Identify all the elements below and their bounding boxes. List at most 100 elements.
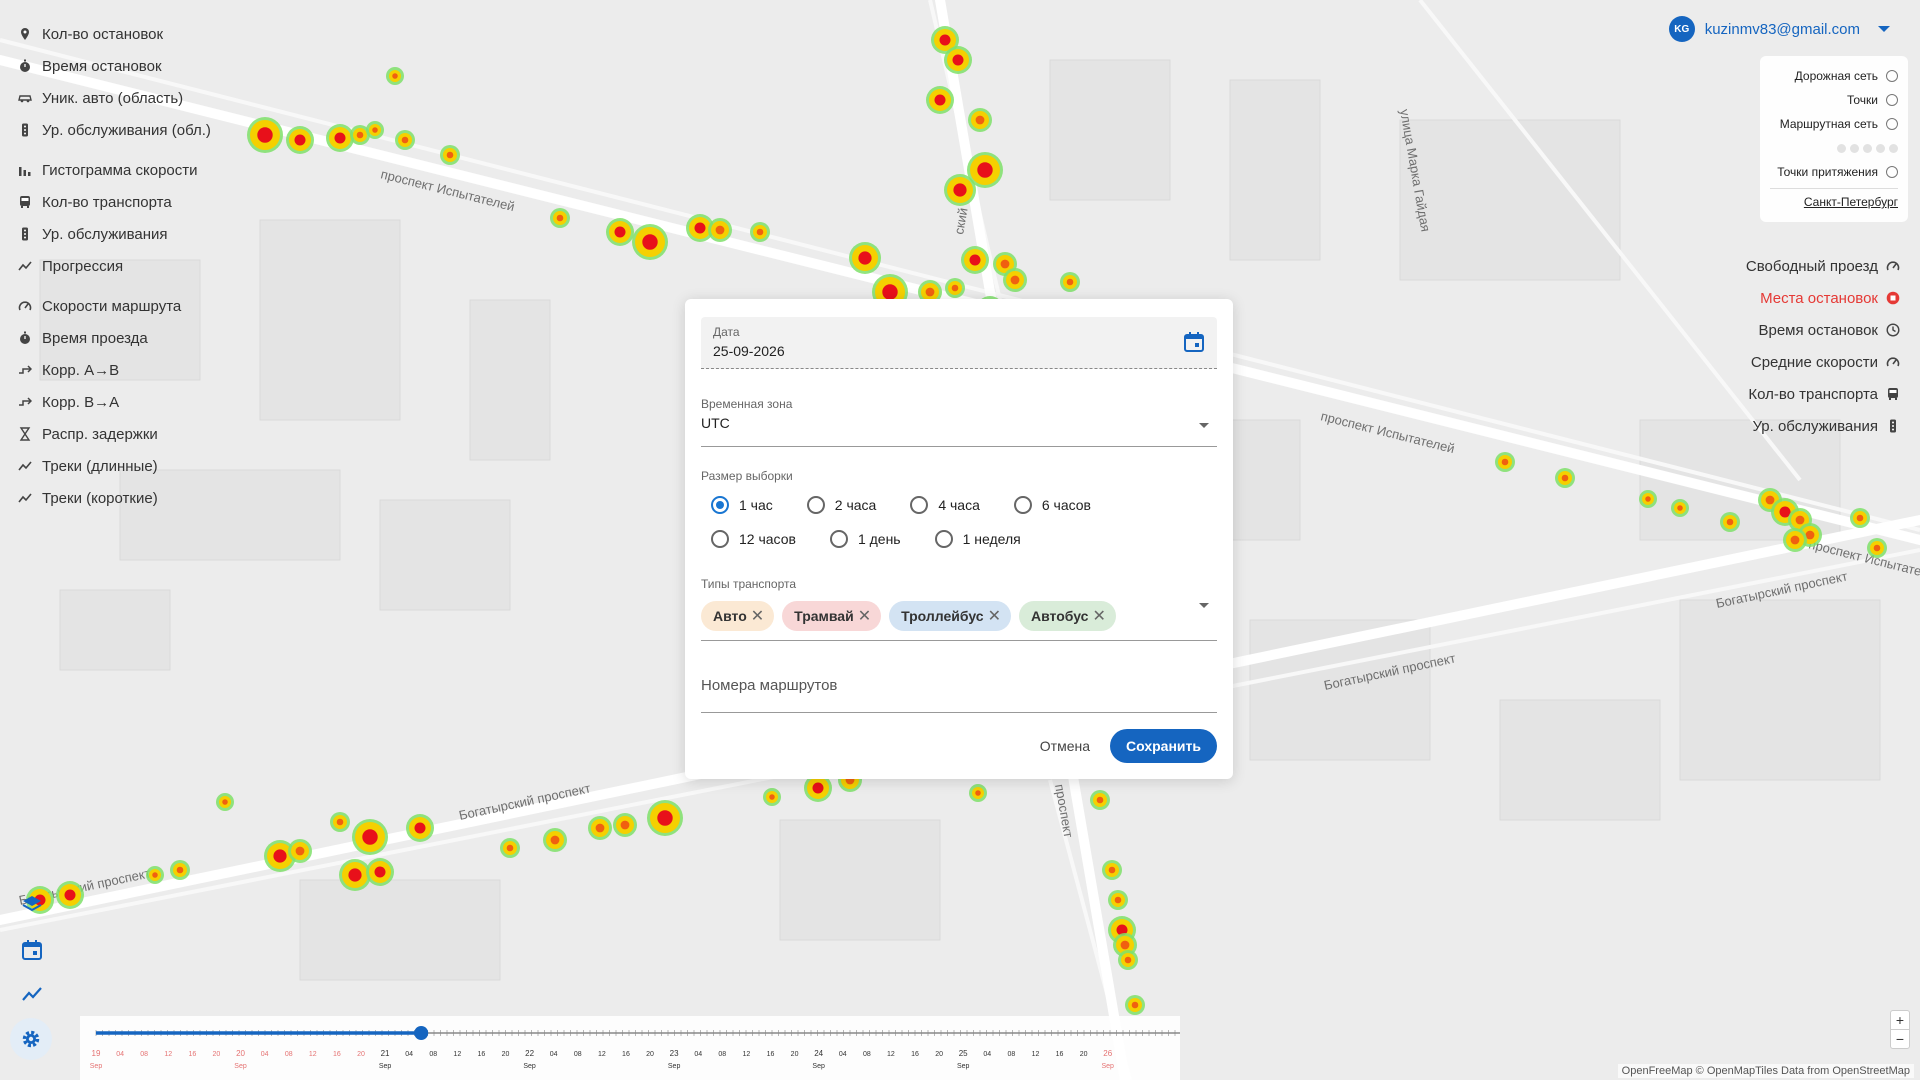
radio-4-hours[interactable]: 4 часа bbox=[910, 495, 980, 515]
radio-1-day[interactable]: 1 день bbox=[829, 529, 901, 549]
transport-types-select[interactable]: Типы транспорта Авто ✕ Трамвай ✕ Троллейбу… bbox=[701, 577, 1217, 641]
timezone-select[interactable]: Временная зона UTC bbox=[701, 395, 1217, 447]
radio-12-hours[interactable]: 12 часов bbox=[711, 529, 796, 549]
timeline-hour-label: 08 bbox=[1007, 1051, 1015, 1058]
color-dot bbox=[1889, 143, 1898, 153]
timeline-day-label: 23 bbox=[670, 1049, 679, 1058]
radio-label: 1 день bbox=[857, 531, 901, 547]
heat-blob-core bbox=[595, 823, 605, 833]
map-attribution[interactable]: OpenFreeMap © OpenMapTiles Data from Ope… bbox=[1617, 1064, 1914, 1078]
close-icon[interactable]: ✕ bbox=[751, 606, 764, 626]
zoom-out-button[interactable]: − bbox=[1891, 1029, 1909, 1048]
timeline-slider[interactable]: 19 Sep 04 08 12 16 20 20 Sep 04 08 12 16 20 21 Sep 04 08 1… bbox=[80, 1016, 1180, 1080]
metric-stop-places[interactable]: Места остановок bbox=[1746, 282, 1900, 314]
menu-item-route-speed[interactable]: Скорости маршрута bbox=[18, 290, 318, 322]
menu-item-unique-cars[interactable]: Уник. авто (область) bbox=[18, 82, 318, 114]
layers-tool-button[interactable] bbox=[16, 888, 48, 920]
radio-button[interactable] bbox=[934, 530, 953, 548]
heat-blob-core bbox=[1010, 275, 1020, 285]
metrics-menu: Свободный проезд Места остановок Время о… bbox=[1746, 250, 1900, 442]
heat-blob-core bbox=[812, 782, 824, 794]
menu-item-delay-distribution[interactable]: Распр. задержки bbox=[18, 418, 318, 450]
metric-service-level[interactable]: Ур. обслуживания bbox=[1746, 410, 1900, 442]
radio-1-hour[interactable]: 1 час bbox=[711, 495, 773, 515]
menu-item-service-level[interactable]: Ур. обслуживания bbox=[18, 218, 318, 250]
metric-vehicle-count[interactable]: Кол-во транспорта bbox=[1746, 378, 1900, 410]
layer-route-network[interactable]: Маршрутная сеть bbox=[1770, 112, 1898, 136]
radio-button[interactable] bbox=[1013, 496, 1032, 514]
layer-label: Дорожная сеть bbox=[1794, 69, 1878, 83]
layer-radio[interactable] bbox=[1886, 94, 1898, 106]
radio-button[interactable] bbox=[711, 530, 729, 548]
heat-blob-core bbox=[657, 810, 673, 826]
account-menu[interactable]: KG kuzinmv83@gmail.com bbox=[1668, 16, 1890, 42]
settings-button[interactable] bbox=[10, 1018, 52, 1060]
calendar-icon[interactable] bbox=[1183, 331, 1205, 353]
menu-item-travel-time[interactable]: Время проезда bbox=[18, 322, 318, 354]
menu-item-speed-histogram[interactable]: Гистограмма скорости bbox=[18, 154, 318, 186]
radio-button[interactable] bbox=[806, 496, 825, 514]
layer-road-network[interactable]: Дорожная сеть bbox=[1770, 64, 1898, 88]
layer-label: Точки bbox=[1846, 93, 1878, 107]
timeline-day-label: 19 bbox=[92, 1049, 101, 1058]
layer-radio[interactable] bbox=[1886, 70, 1898, 82]
date-field[interactable]: Дата 25-09-2026 bbox=[701, 317, 1217, 369]
menu-item-service-level-area[interactable]: Ур. обслуживания (обл.) bbox=[18, 114, 318, 146]
layer-points[interactable]: Точки bbox=[1770, 88, 1898, 112]
filter-dialog: Дата 25-09-2026 Временная зона UTC Разме… bbox=[685, 299, 1233, 779]
timeline-hour-label: 20 bbox=[1080, 1051, 1088, 1058]
hourglass-icon bbox=[19, 427, 31, 441]
radio-button[interactable] bbox=[711, 496, 729, 514]
timeline-day-label: 26 bbox=[1103, 1049, 1112, 1058]
calendar-tool-button[interactable] bbox=[16, 934, 48, 966]
zoom-in-button[interactable]: + bbox=[1891, 1011, 1909, 1029]
menu-item-tracks-long[interactable]: Треки (длинные) bbox=[18, 450, 318, 482]
radio-6-hours[interactable]: 6 часов bbox=[1013, 495, 1091, 515]
metric-stop-time[interactable]: Время остановок bbox=[1746, 314, 1900, 346]
radio-button[interactable] bbox=[910, 496, 929, 514]
layer-radio[interactable] bbox=[1886, 118, 1898, 130]
speedometer-icon bbox=[1886, 261, 1900, 271]
menu-item-stop-count[interactable]: Кол-во остановок bbox=[18, 18, 318, 50]
menu-item-corr-ab[interactable]: Корр. A→B bbox=[18, 354, 318, 386]
heat-blob-core bbox=[715, 225, 725, 235]
metric-free-flow[interactable]: Свободный проезд bbox=[1746, 250, 1900, 282]
city-link[interactable]: Санкт-Петербург bbox=[1770, 195, 1898, 209]
timeline-month-label: Sep bbox=[90, 1063, 103, 1070]
divider bbox=[1770, 188, 1898, 189]
heat-blob-core bbox=[372, 127, 378, 133]
close-icon[interactable]: ✕ bbox=[858, 606, 871, 626]
cancel-button[interactable]: Отмена bbox=[1040, 738, 1090, 754]
menu-item-label: Корр. A→B bbox=[42, 361, 120, 379]
heat-blob-core bbox=[1856, 514, 1864, 522]
radio-2-hours[interactable]: 2 часа bbox=[806, 495, 876, 515]
timeline-day-label: 25 bbox=[959, 1049, 968, 1058]
radio-button[interactable] bbox=[829, 530, 848, 548]
timeline-hour-label: 20 bbox=[646, 1051, 654, 1058]
menu-item-progression[interactable]: Прогрессия bbox=[18, 250, 318, 282]
timeline-hour-label: 12 bbox=[453, 1051, 461, 1058]
menu-item-vehicle-count[interactable]: Кол-во транспорта bbox=[18, 186, 318, 218]
heat-blob-core bbox=[969, 254, 981, 266]
timeline-handle[interactable] bbox=[414, 1026, 429, 1040]
heat-blob-core bbox=[362, 829, 378, 845]
chip-car: Авто ✕ bbox=[701, 601, 775, 631]
layer-attraction-points[interactable]: Точки притяжения bbox=[1770, 160, 1898, 184]
chip-label: Автобус bbox=[1030, 608, 1089, 624]
heat-blob-core bbox=[1120, 940, 1130, 950]
menu-item-label: Скорости маршрута bbox=[42, 297, 182, 315]
chevron-down-icon bbox=[1199, 603, 1209, 608]
radio-1-week[interactable]: 1 неделя bbox=[934, 529, 1021, 549]
close-icon[interactable]: ✕ bbox=[988, 606, 1001, 626]
metric-avg-speed[interactable]: Средние скорости bbox=[1746, 346, 1900, 378]
menu-item-label: Кол-во остановок bbox=[42, 25, 164, 43]
menu-item-tracks-short[interactable]: Треки (короткие) bbox=[18, 482, 318, 514]
route-numbers-input[interactable]: Номера маршрутов bbox=[701, 673, 1217, 713]
save-button[interactable]: Сохранить bbox=[1110, 729, 1217, 763]
close-icon[interactable]: ✕ bbox=[1092, 606, 1105, 626]
chart-tool-button[interactable] bbox=[16, 978, 48, 1010]
heat-blob-core bbox=[1000, 259, 1010, 269]
layer-radio[interactable] bbox=[1886, 166, 1898, 178]
menu-item-stop-time[interactable]: Время остановок bbox=[18, 50, 318, 82]
menu-item-corr-ba[interactable]: Корр. B→A bbox=[18, 386, 318, 418]
